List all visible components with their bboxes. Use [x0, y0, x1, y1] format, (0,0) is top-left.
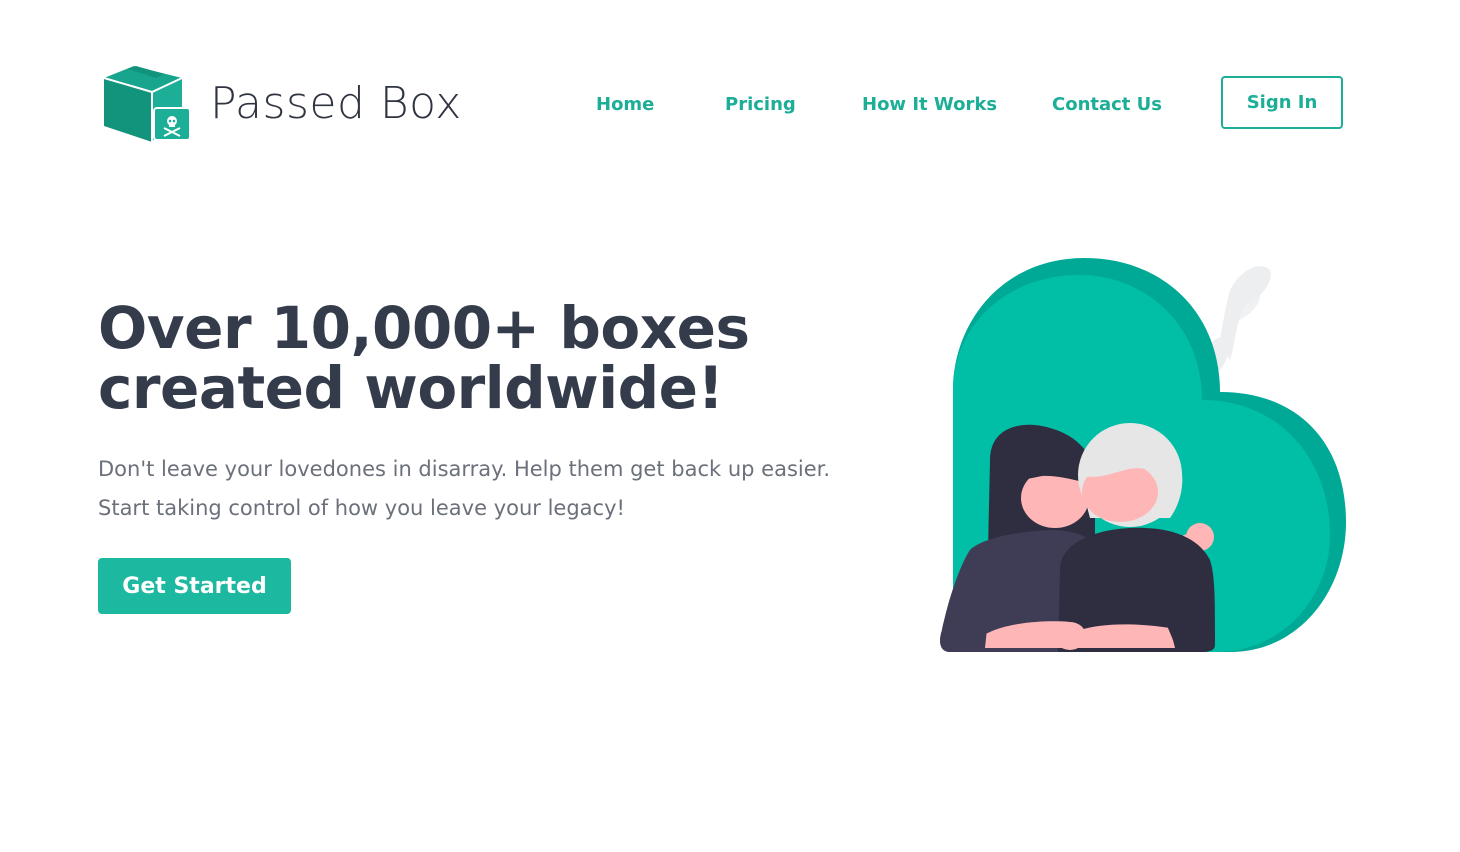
- nav-link-how-it-works[interactable]: How It Works: [862, 94, 997, 115]
- nav-link-pricing[interactable]: Pricing: [725, 94, 796, 115]
- hero-subtitle: Don't leave your lovedones in disarray. …: [98, 450, 918, 528]
- nav-link-home[interactable]: Home: [596, 94, 654, 115]
- couple-heart-illustration: [940, 258, 1346, 652]
- hero-subtitle-line-2: Start taking control of how you leave yo…: [98, 496, 625, 520]
- nav-link-contact-us[interactable]: Contact Us: [1052, 94, 1162, 115]
- hero-title: Over 10,000+ boxes created worldwide!: [98, 294, 750, 422]
- sign-in-button[interactable]: Sign In: [1221, 76, 1343, 129]
- hero-subtitle-line-1: Don't leave your lovedones in disarray. …: [98, 457, 831, 481]
- brand-logo[interactable]: Passed Box: [102, 64, 462, 144]
- get-started-button[interactable]: Get Started: [98, 558, 291, 614]
- brand-name: Passed Box: [210, 78, 462, 129]
- locked-box-icon: [103, 66, 191, 142]
- landing-page: Passed Box Home Pricing How It Works Con…: [0, 0, 1460, 852]
